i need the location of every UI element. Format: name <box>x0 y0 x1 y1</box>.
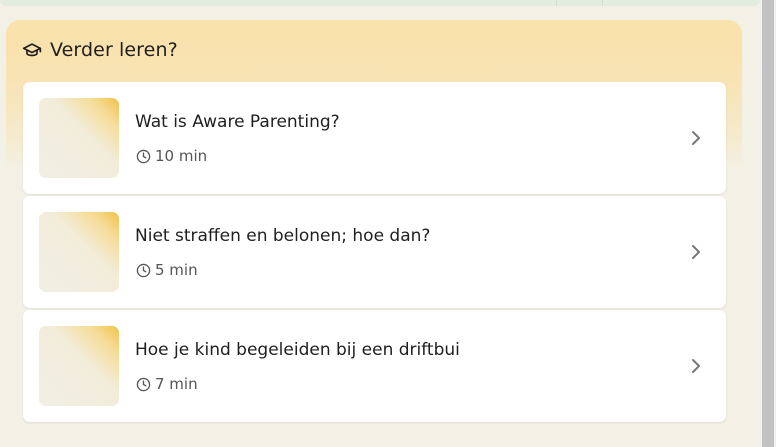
article-thumbnail <box>39 212 119 292</box>
article-card[interactable]: Wat is Aware Parenting? 10 min <box>23 82 726 194</box>
duration-text: 5 min <box>155 261 198 279</box>
nav-divider <box>556 0 557 6</box>
article-thumbnail <box>39 98 119 178</box>
clock-icon <box>135 148 151 164</box>
chevron-right-icon[interactable] <box>686 128 706 148</box>
chevron-right-icon[interactable] <box>686 242 706 262</box>
nav-divider <box>602 0 603 6</box>
article-thumbnail <box>39 326 119 406</box>
article-title: Hoe je kind begeleiden bij een driftbui <box>135 340 460 360</box>
learn-more-title: Verder leren? <box>50 39 178 61</box>
top-navigation-strip <box>0 0 760 6</box>
clock-icon <box>135 376 151 392</box>
article-duration: 5 min <box>135 261 198 279</box>
article-card[interactable]: Niet straffen en belonen; hoe dan? 5 min <box>23 196 726 308</box>
duration-text: 7 min <box>155 375 198 393</box>
graduation-cap-icon <box>22 40 42 60</box>
article-title: Wat is Aware Parenting? <box>135 112 340 132</box>
scrollbar-thumb[interactable] <box>762 0 774 447</box>
learn-more-panel: Verder leren? Wat is Aware Parenting? 10… <box>6 20 742 430</box>
chevron-right-icon[interactable] <box>686 356 706 376</box>
duration-text: 10 min <box>155 147 208 165</box>
page: Verder leren? Wat is Aware Parenting? 10… <box>0 0 776 447</box>
article-card[interactable]: Hoe je kind begeleiden bij een driftbui … <box>23 310 726 422</box>
article-duration: 10 min <box>135 147 207 165</box>
clock-icon <box>135 262 151 278</box>
learn-more-header: Verder leren? <box>22 38 178 62</box>
article-duration: 7 min <box>135 375 198 393</box>
article-title: Niet straffen en belonen; hoe dan? <box>135 226 431 246</box>
